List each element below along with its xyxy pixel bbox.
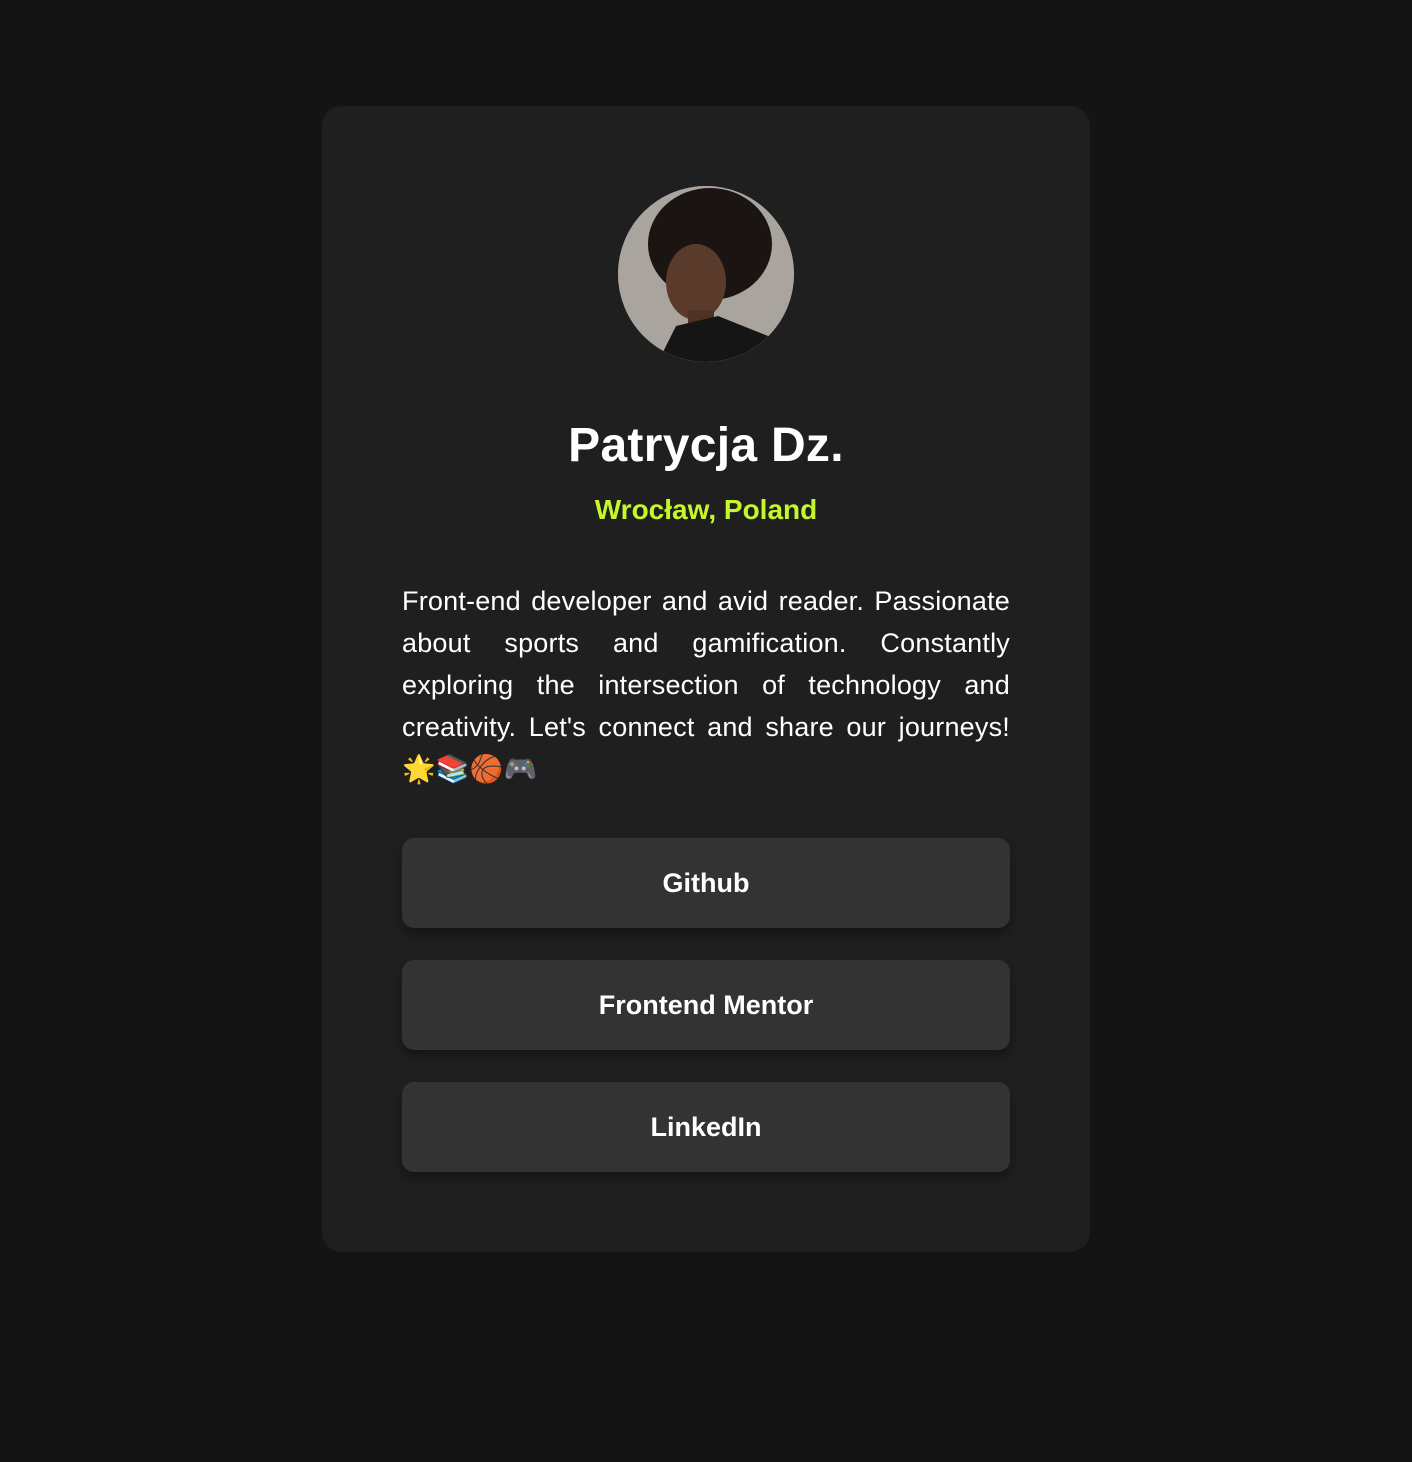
avatar [618, 186, 794, 362]
github-link-button[interactable]: Github [402, 838, 1010, 928]
profile-card: Patrycja Dz. Wrocław, Poland Front-end d… [322, 106, 1090, 1252]
social-links: Github Frontend Mentor LinkedIn [402, 838, 1010, 1204]
profile-location: Wrocław, Poland [594, 494, 818, 525]
profile-name: Patrycja Dz. [568, 419, 844, 472]
profile-bio: Front-end developer and avid reader. Pas… [402, 586, 1010, 784]
frontend-mentor-link-button[interactable]: Frontend Mentor [402, 960, 1010, 1050]
linkedin-link-button[interactable]: LinkedIn [402, 1082, 1010, 1172]
profile-photo-icon [618, 186, 794, 362]
